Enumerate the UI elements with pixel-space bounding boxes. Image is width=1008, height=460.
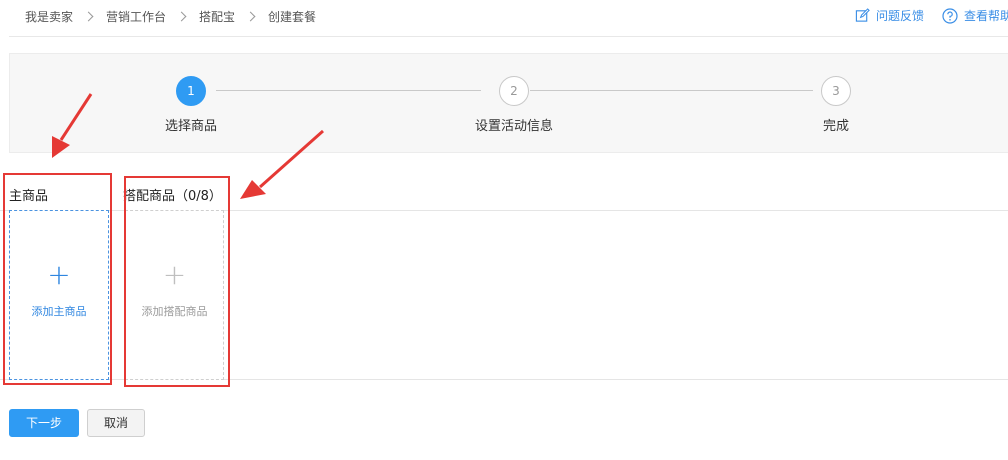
annotation-arrow-main bbox=[52, 93, 93, 158]
annotation-arrow-combo bbox=[240, 129, 324, 199]
next-step-button[interactable]: 下一步 bbox=[9, 409, 79, 437]
annotation-arrows bbox=[52, 93, 324, 199]
cancel-button[interactable]: 取消 bbox=[87, 409, 145, 437]
